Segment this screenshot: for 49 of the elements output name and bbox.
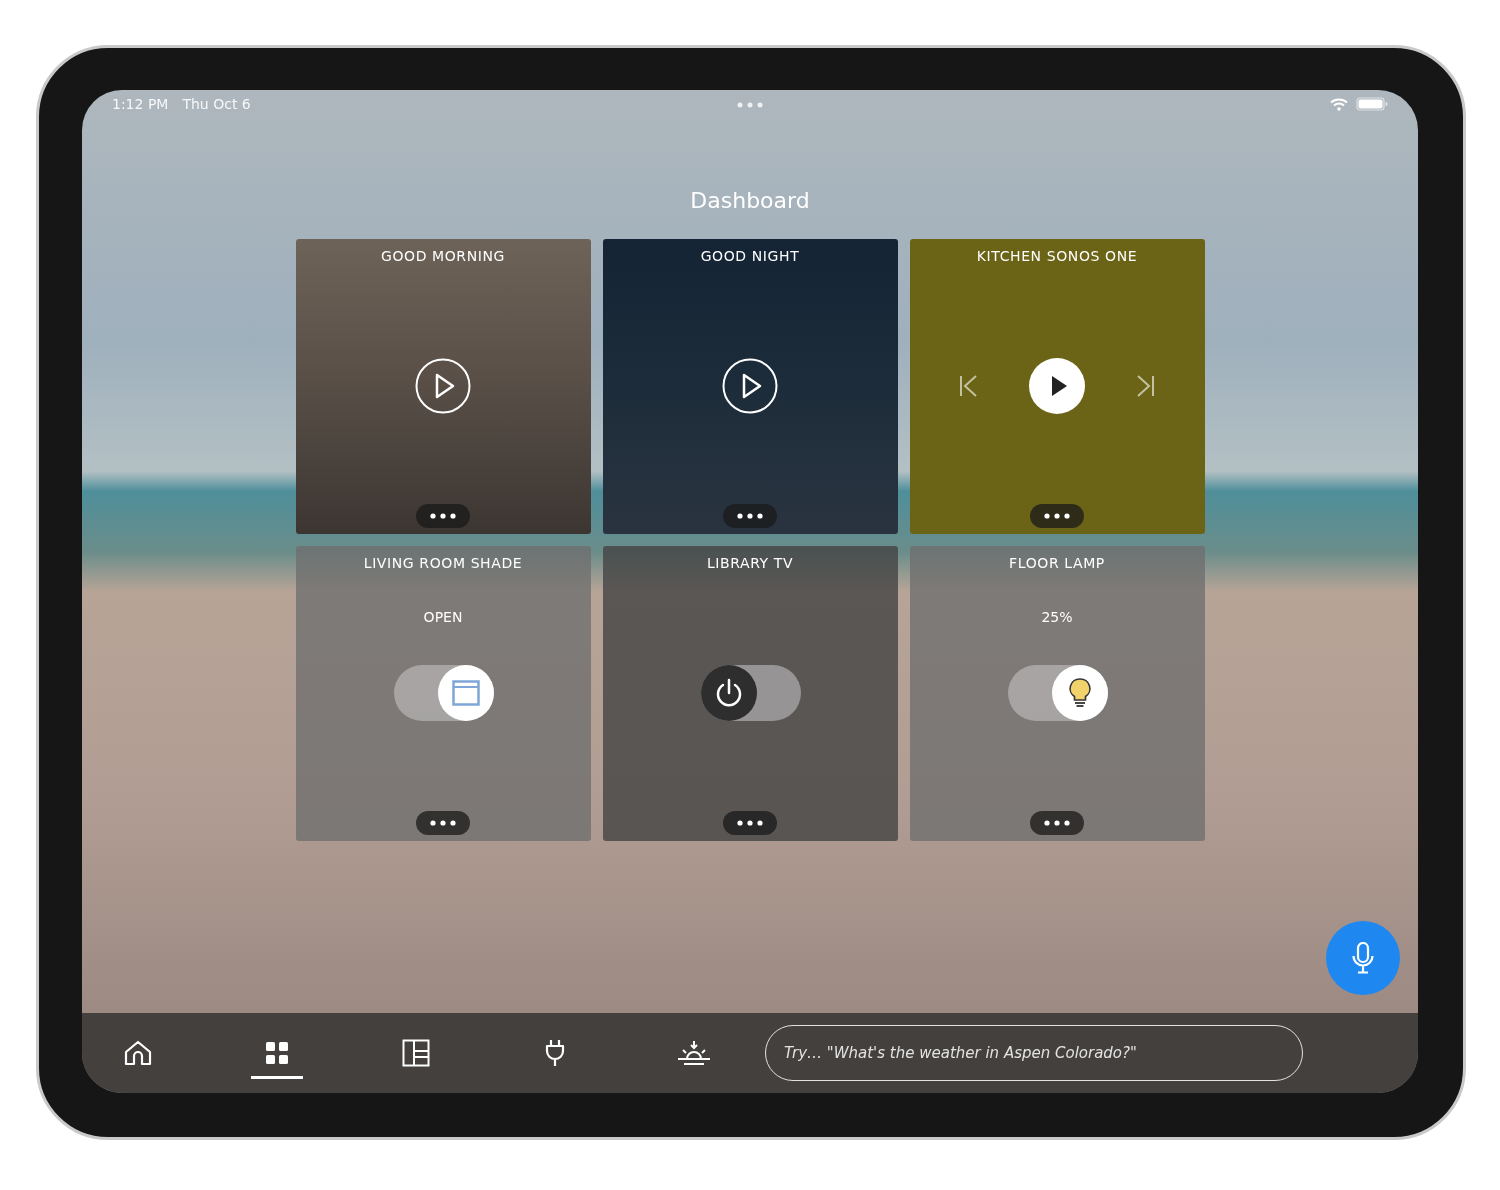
previous-button[interactable]: [959, 375, 979, 397]
status-time: 1:12 PM: [112, 96, 169, 112]
more-button[interactable]: [416, 504, 470, 528]
more-button[interactable]: [723, 811, 777, 835]
more-icon: [430, 820, 456, 826]
more-icon: [1044, 513, 1070, 519]
home-icon: [124, 1040, 152, 1066]
previous-icon: [959, 375, 979, 397]
more-icon: [737, 513, 763, 519]
window-icon: [451, 680, 480, 706]
toggle-switch[interactable]: [393, 665, 494, 721]
card-title: KITCHEN SONOS ONE: [976, 248, 1138, 264]
card-title: LIVING ROOM SHADE: [363, 555, 523, 571]
play-icon: [1029, 358, 1085, 414]
microphone-icon: [1352, 942, 1374, 974]
ask-field[interactable]: Try… "What's the weather in Aspen Colorado?": [765, 1025, 1303, 1081]
next-icon: [1135, 375, 1155, 397]
page-title: Dashboard: [690, 188, 810, 215]
play-button[interactable]: [1029, 358, 1085, 414]
lightbulb-icon: [1067, 677, 1092, 709]
play-button[interactable]: [415, 358, 471, 414]
plug-icon: [544, 1039, 566, 1067]
power-icon: [714, 678, 743, 708]
card-title: LIBRARY TV: [706, 555, 794, 571]
floor-plan-icon: [402, 1039, 430, 1067]
drag-handle-icon: [737, 102, 763, 108]
play-icon: [415, 358, 471, 414]
toggle-switch[interactable]: [1007, 665, 1108, 721]
next-button[interactable]: [1135, 375, 1155, 397]
more-button[interactable]: [416, 811, 470, 835]
wifi-icon: [1330, 97, 1348, 111]
more-button[interactable]: [723, 504, 777, 528]
more-button[interactable]: [1030, 811, 1084, 835]
card-title: FLOOR LAMP: [1009, 555, 1105, 571]
more-icon: [430, 513, 456, 519]
sunrise-icon: [677, 1040, 711, 1066]
grid-icon: [265, 1041, 289, 1065]
card-title: GOOD MORNING: [380, 248, 506, 264]
play-icon: [722, 358, 778, 414]
status-date: Thu Oct 6: [182, 96, 251, 112]
play-button[interactable]: [722, 358, 778, 414]
card-title: GOOD NIGHT: [700, 248, 800, 264]
battery-icon: [1356, 97, 1388, 111]
toggle-switch[interactable]: [700, 665, 801, 721]
more-button[interactable]: [1030, 504, 1084, 528]
more-icon: [1044, 820, 1070, 826]
more-icon: [737, 820, 763, 826]
status-label: 25%: [1041, 609, 1073, 625]
status-label: OPEN: [423, 609, 463, 625]
